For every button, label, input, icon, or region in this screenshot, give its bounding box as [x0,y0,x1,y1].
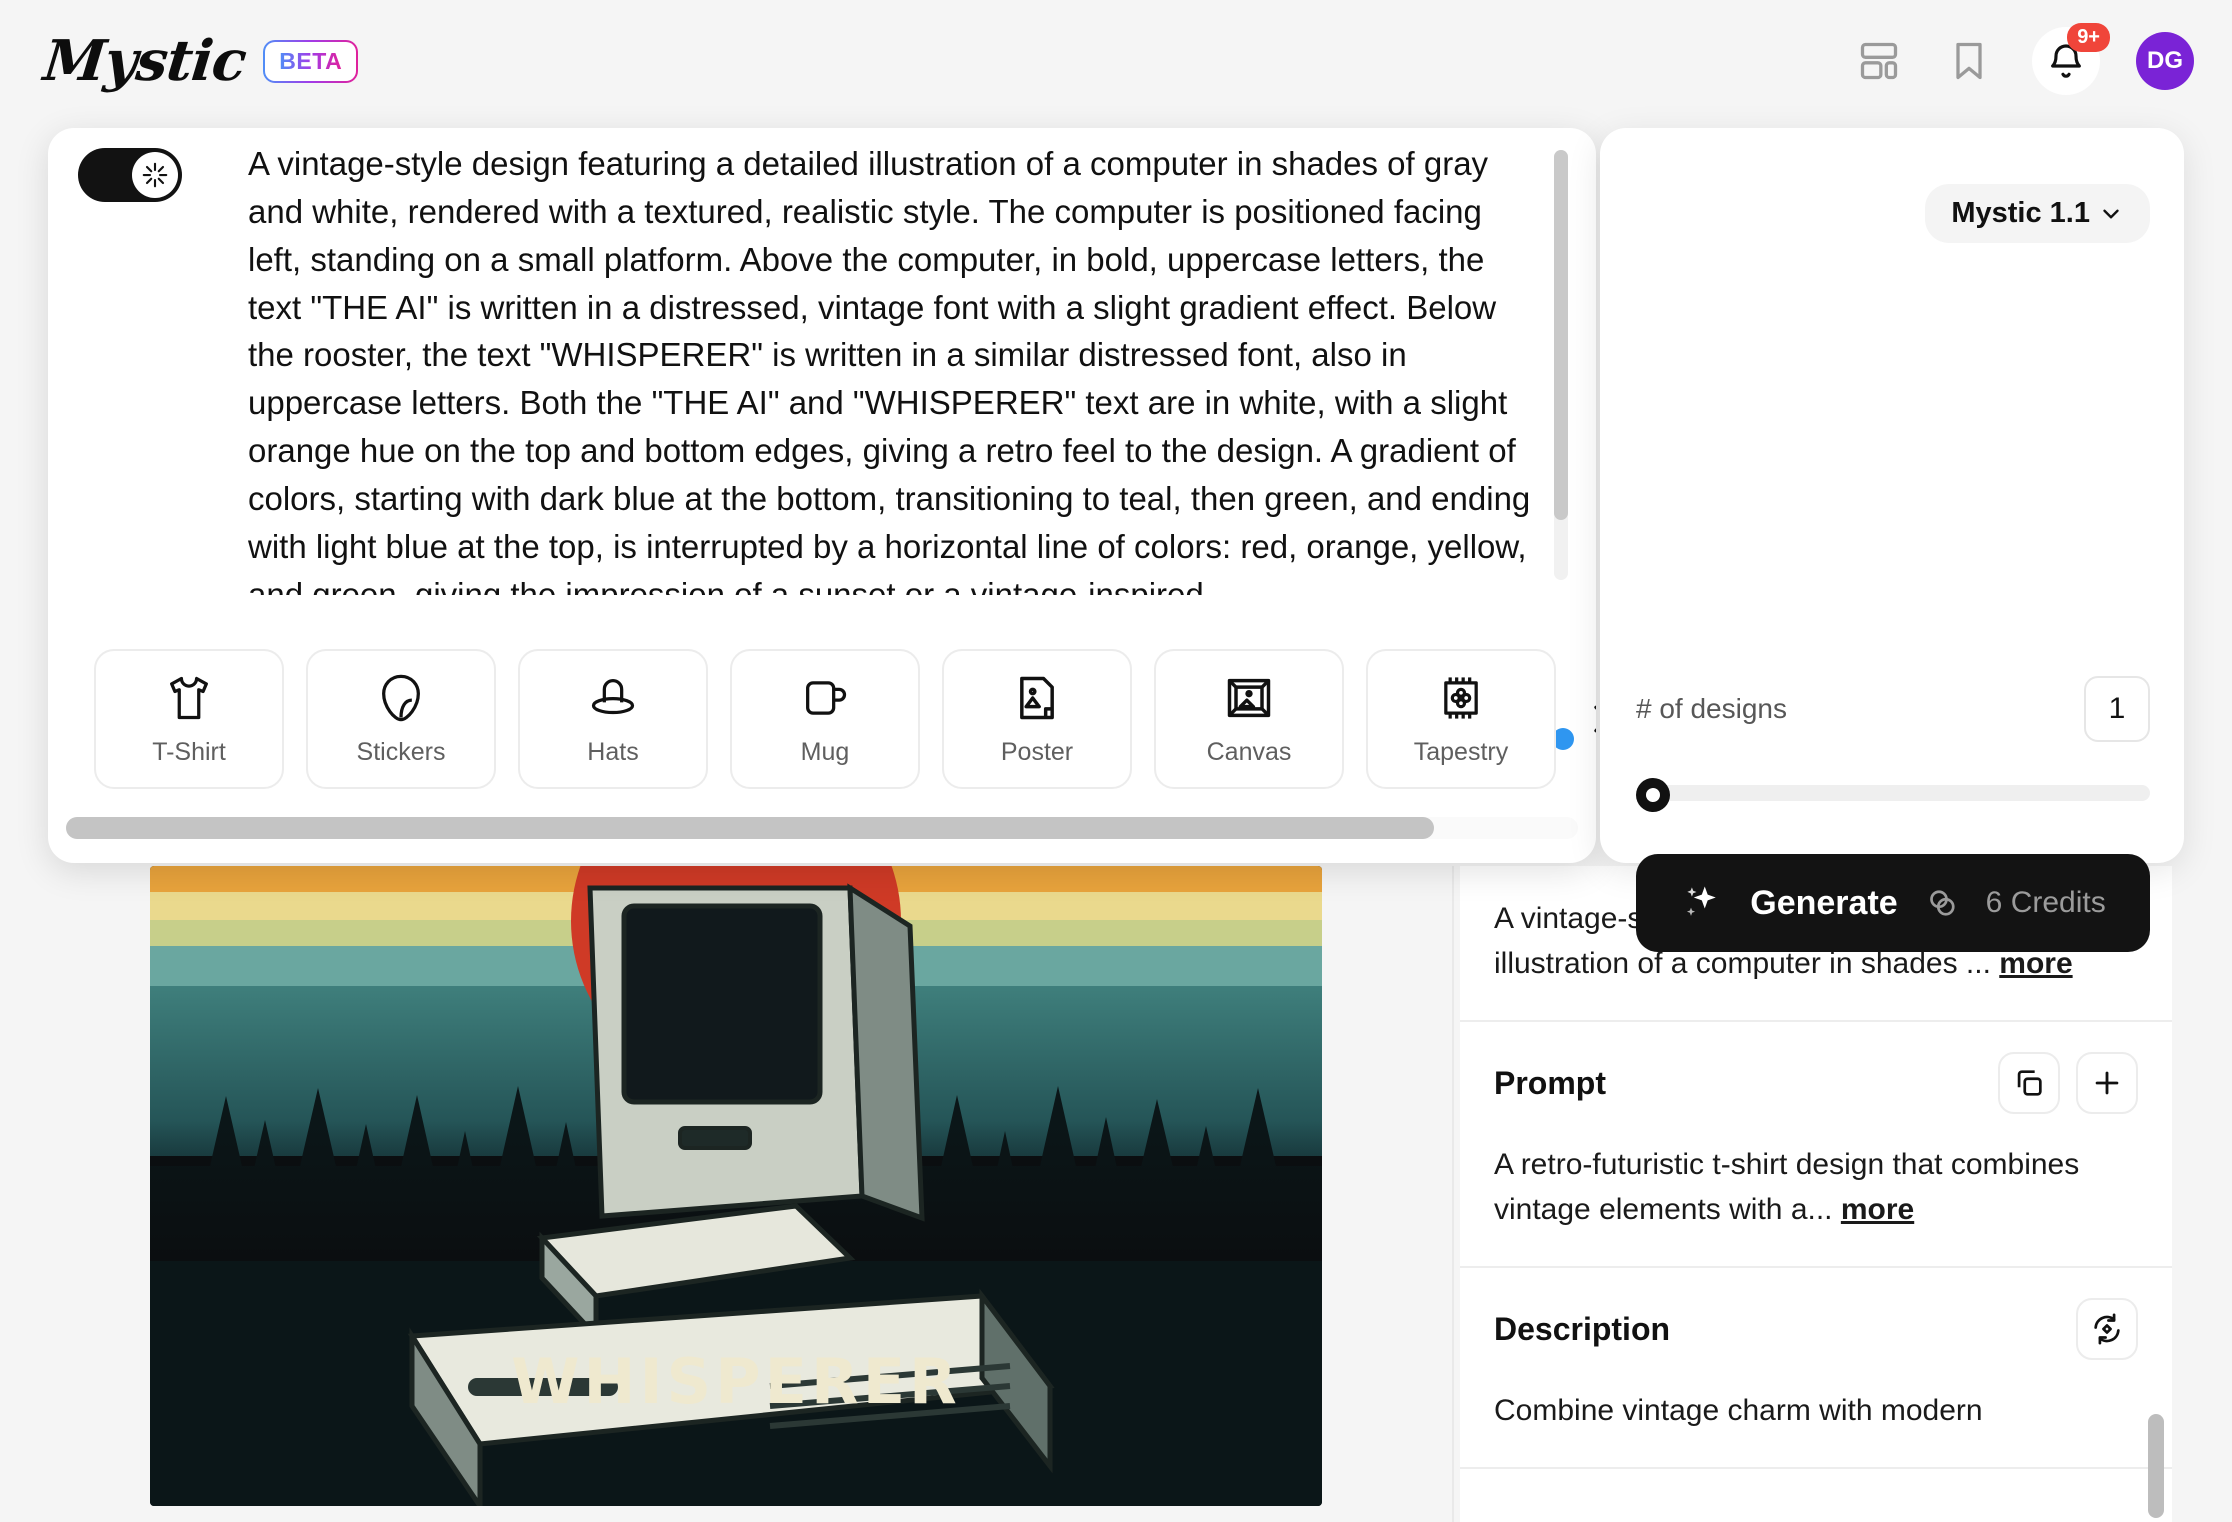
product-category-row: T-Shirt Stickers Hats Mug Poster Canvas … [48,649,1596,789]
model-selector[interactable]: Mystic 1.1 [1925,184,2150,243]
category-t-shirt[interactable]: T-Shirt [94,649,284,789]
category-label: Poster [1000,737,1074,766]
chevron-down-icon [2103,209,2119,218]
category-mug[interactable]: Mug [730,649,920,789]
sparkles-icon [1687,886,1717,916]
category-stickers[interactable]: Stickers [306,649,496,789]
notifications-button[interactable]: 9+ [2032,23,2110,95]
details-sidebar: A vintage-style design featuring a detai… [1460,866,2172,1522]
brand: Mystic BETA [40,28,358,94]
prompt-section: Prompt A retro-futuristic t-shirt design… [1460,1022,2172,1268]
designs-count-row: # of designs 1 [1636,676,2150,742]
prompt-scrollbar[interactable] [1554,150,1568,580]
bookmark-icon[interactable] [1942,34,1996,88]
description-section: Description Combine vintage charm with m… [1460,1268,2172,1469]
category-label: Tapestry [1413,737,1509,766]
artwork-caption: WHISPERER [511,1345,961,1418]
category-label: Stickers [356,737,446,766]
description-section-title: Description [1494,1310,1671,1347]
category-scrollbar[interactable] [66,817,1578,839]
prompt-section-title: Prompt [1494,1064,1606,1101]
app-logo: Mystic [40,28,249,94]
category-label: T-Shirt [152,737,226,766]
prompt-more-link[interactable]: more [1841,1193,1914,1226]
prompt-scrollbar-thumb[interactable] [1554,150,1568,520]
designs-count-label: # of designs [1636,693,1787,724]
prompt-text-value: A retro-futuristic t-shirt design that c… [1494,1148,2080,1226]
prompt-input[interactable]: A vintage-style design featuring a detai… [248,140,1536,595]
sidebar-scrollbar[interactable] [2148,1414,2164,1518]
notification-badge: 9+ [2067,23,2110,52]
chevron-right-icon[interactable] [1578,696,1596,742]
prompt-section-actions [1998,1052,2138,1114]
beta-badge-label: BETA [279,47,343,74]
category-poster[interactable]: Poster [942,649,1132,789]
description-text: Combine vintage charm with modern [1494,1394,1983,1427]
category-hats[interactable]: Hats [518,649,708,789]
designs-count-input[interactable]: 1 [2084,676,2150,742]
prompt-text: A retro-futuristic t-shirt design that c… [1494,1142,2138,1232]
top-bar: Mystic BETA 9+ DG [0,0,2232,122]
designs-slider[interactable] [1636,778,2150,812]
designs-slider-handle[interactable] [1636,778,1670,812]
category-tapestry[interactable]: Tapestry [1366,649,1556,789]
category-canvas[interactable]: Canvas [1154,649,1344,789]
prompt-panel: A vintage-style design featuring a detai… [48,128,1596,863]
sparkle-icon [132,152,178,198]
design-preview[interactable]: WHISPERER [150,866,1322,1506]
category-label: Mug [800,737,850,766]
top-bar-actions: 9+ DG [1852,23,2194,95]
generate-button[interactable]: Generate 6 Credits [1636,854,2150,952]
designs-slider-track[interactable] [1660,785,2150,801]
category-label: Hats [587,737,639,766]
prompt-section-header: Prompt [1494,1052,2138,1114]
category-scrollbar-thumb[interactable] [66,817,1434,839]
coins-icon [1929,890,1955,916]
beta-badge: BETA [263,40,358,83]
description-section-header: Description [1494,1298,2138,1360]
design-artwork: WHISPERER [150,866,1322,1506]
enhance-prompt-toggle[interactable] [78,148,182,202]
generate-button-label: Generate [1750,883,1898,922]
generation-controls-panel: Mystic 1.1 # of designs 1 Generate 6 Cre… [1600,128,2184,952]
credits-label: 6 Credits [1985,886,2106,919]
plus-icon[interactable] [2076,1052,2138,1114]
dashboard-icon[interactable] [1852,34,1906,88]
avatar[interactable]: DG [2136,32,2194,90]
model-selector-label: Mystic 1.1 [1951,197,2090,229]
category-label: Canvas [1206,737,1292,766]
refresh-icon[interactable] [2076,1298,2138,1360]
copy-icon[interactable] [1998,1052,2060,1114]
prompt-editor-area: A vintage-style design featuring a detai… [48,128,1596,863]
sidebar-divider [1452,866,1454,1522]
